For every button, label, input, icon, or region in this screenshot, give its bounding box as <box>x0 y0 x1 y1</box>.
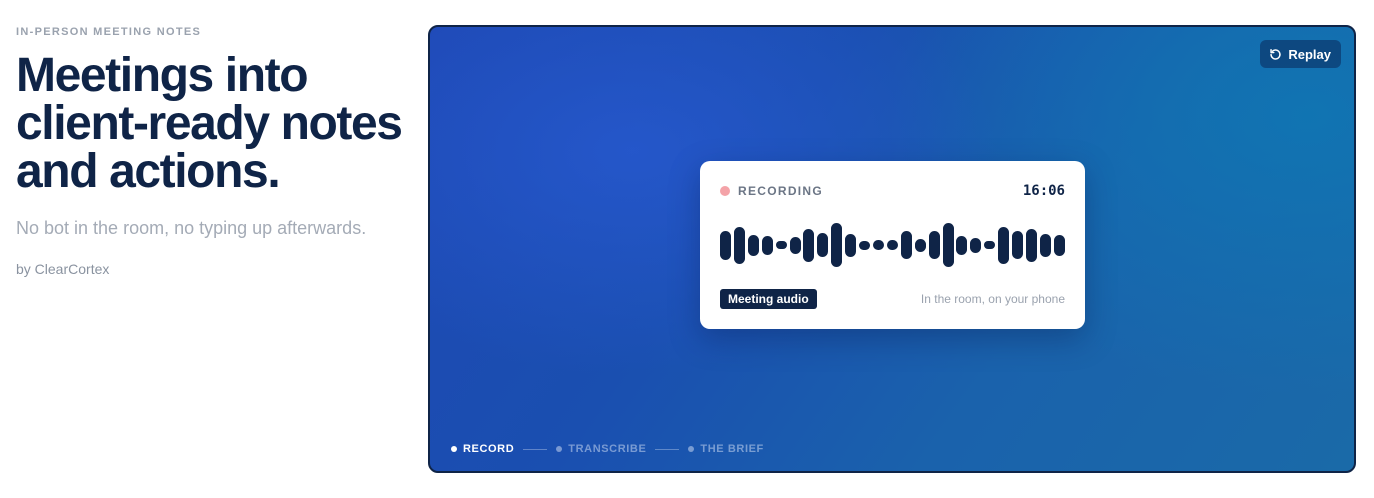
waveform-bar <box>775 241 787 249</box>
hero-headline: Meetings into client-ready notes and act… <box>16 49 403 198</box>
step-connector <box>523 448 548 450</box>
recording-status-row: RECORDING 16:06 <box>720 183 1065 199</box>
waveform-bar <box>1025 228 1037 262</box>
replay-label: Replay <box>1288 46 1331 62</box>
demo-panel: Replay RECORDING 16:06 Meeting audio In … <box>428 25 1356 473</box>
waveform-bar <box>942 223 954 267</box>
waveform-bar <box>733 226 745 264</box>
step-dot-icon <box>688 446 695 452</box>
waveform-bar <box>1012 231 1024 259</box>
waveform-bar <box>789 236 801 254</box>
waveform-bar <box>970 237 982 253</box>
replay-button[interactable]: Replay <box>1260 40 1341 68</box>
waveform-bar <box>900 231 912 259</box>
step-the-brief: THE BRIEF <box>688 443 763 455</box>
step-label: RECORD <box>463 443 515 455</box>
hero-section: IN-PERSON MEETING NOTES Meetings into cl… <box>16 26 416 277</box>
recording-indicator: RECORDING <box>720 184 823 198</box>
recording-dot-icon <box>720 186 730 196</box>
waveform-bar <box>859 240 871 250</box>
recording-source-row: Meeting audio In the room, on your phone <box>720 289 1065 309</box>
source-tag: Meeting audio <box>720 289 817 309</box>
waveform-bar <box>845 233 857 257</box>
step-record: RECORD <box>451 443 514 455</box>
recording-status-label: RECORDING <box>738 184 824 198</box>
step-dot-icon <box>556 446 563 452</box>
waveform-bar <box>1053 234 1065 256</box>
step-connector <box>655 448 680 450</box>
waveform-bar <box>886 240 898 250</box>
waveform-bar <box>928 231 940 259</box>
progress-steps: RECORD TRANSCRIBE THE BRIEF <box>451 443 764 455</box>
waveform-bar <box>956 235 968 255</box>
waveform-bar <box>720 230 731 260</box>
step-dot-icon <box>451 446 457 452</box>
waveform-bar <box>1039 233 1051 257</box>
waveform-bar <box>984 241 996 249</box>
audio-waveform <box>720 221 1065 269</box>
step-label: TRANSCRIBE <box>568 443 647 455</box>
waveform-bar <box>914 238 926 252</box>
waveform-bar <box>998 226 1010 264</box>
waveform-bar <box>872 240 884 250</box>
replay-icon <box>1269 48 1282 61</box>
waveform-bar <box>761 235 773 255</box>
eyebrow-label: IN-PERSON MEETING NOTES <box>16 26 202 38</box>
waveform-bar <box>817 233 829 257</box>
step-transcribe: TRANSCRIBE <box>556 443 646 455</box>
step-label: THE BRIEF <box>700 443 764 455</box>
waveform-bar <box>747 234 759 256</box>
waveform-bar <box>803 228 815 262</box>
byline: by ClearCortex <box>16 261 110 277</box>
page: IN-PERSON MEETING NOTES Meetings into cl… <box>0 0 1374 498</box>
hero-subhead: No bot in the room, no typing up afterwa… <box>16 218 367 238</box>
recording-card: RECORDING 16:06 Meeting audio In the roo… <box>700 161 1085 329</box>
source-hint: In the room, on your phone <box>920 292 1065 306</box>
recording-timer: 16:06 <box>1022 183 1065 199</box>
waveform-bar <box>831 223 843 267</box>
